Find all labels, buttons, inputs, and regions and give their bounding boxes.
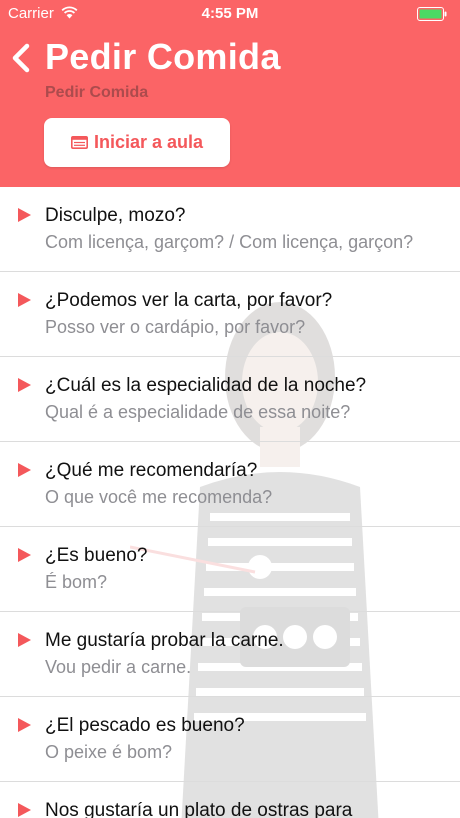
status-time: 4:55 PM	[201, 5, 259, 22]
phrase-portuguese: O que você me recomenda?	[45, 487, 273, 507]
phrase-row[interactable]: ¿Es bueno? É bom?	[0, 527, 460, 612]
header: Carrier 4:55 PM Pedir Comida Pedir Comid…	[0, 0, 460, 187]
phrase-spanish: ¿Qué me recomendaría?	[45, 460, 258, 481]
phrase-portuguese: Vou pedir a carne.	[45, 657, 192, 677]
start-lesson-button[interactable]: Iniciar a aula	[44, 118, 230, 167]
play-icon[interactable]	[18, 463, 31, 477]
phrase-portuguese: É bom?	[45, 572, 108, 592]
battery-icon	[417, 7, 447, 21]
play-icon[interactable]	[18, 208, 31, 222]
page-subtitle: Pedir Comida	[45, 84, 149, 101]
phrase-spanish: ¿Cuál es la especialidad de la noche?	[45, 375, 367, 396]
phrase-list: Disculpe, mozo? Com licença, garçom? / C…	[0, 187, 460, 818]
play-icon[interactable]	[18, 633, 31, 647]
play-icon[interactable]	[18, 293, 31, 307]
phrase-row[interactable]: Disculpe, mozo? Com licença, garçom? / C…	[0, 187, 460, 272]
phrase-spanish: ¿Es bueno?	[45, 545, 148, 566]
phrase-portuguese: O peixe é bom?	[45, 742, 173, 762]
phrase-list-container[interactable]: Disculpe, mozo? Com licença, garçom? / C…	[0, 187, 460, 818]
phrase-portuguese: Com licença, garçom? / Com licença, garç…	[45, 232, 414, 252]
play-icon[interactable]	[18, 803, 31, 817]
phrase-spanish: ¿Podemos ver la carta, por favor?	[45, 290, 333, 311]
lesson-card-icon	[70, 136, 88, 149]
play-icon[interactable]	[18, 718, 31, 732]
phrase-spanish: Disculpe, mozo?	[45, 205, 186, 226]
phrase-row[interactable]: Nos gustaría un plato de ostras para	[0, 782, 460, 818]
page-title: Pedir Comida	[45, 36, 281, 77]
phrase-row[interactable]: Me gustaría probar la carne. Vou pedir a…	[0, 612, 460, 697]
play-icon[interactable]	[18, 378, 31, 392]
phrase-spanish: Me gustaría probar la carne.	[45, 630, 284, 651]
phrase-portuguese: Qual é a especialidade de essa noite?	[45, 402, 351, 422]
phrase-row[interactable]: ¿Podemos ver la carta, por favor? Posso …	[0, 272, 460, 357]
status-bar: Carrier 4:55 PM	[0, 0, 460, 28]
phrase-spanish: Nos gustaría un plato de ostras para	[45, 800, 353, 818]
play-icon[interactable]	[18, 548, 31, 562]
phrase-portuguese: Posso ver o cardápio, por favor?	[45, 317, 306, 337]
phrase-row[interactable]: ¿El pescado es bueno? O peixe é bom?	[0, 697, 460, 782]
start-lesson-label: Iniciar a aula	[93, 132, 204, 152]
phrase-row[interactable]: ¿Qué me recomendaría? O que você me reco…	[0, 442, 460, 527]
phrase-spanish: ¿El pescado es bueno?	[45, 715, 245, 736]
phrase-row[interactable]: ¿Cuál es la especialidad de la noche? Qu…	[0, 357, 460, 442]
chevron-left-icon[interactable]	[8, 43, 34, 73]
